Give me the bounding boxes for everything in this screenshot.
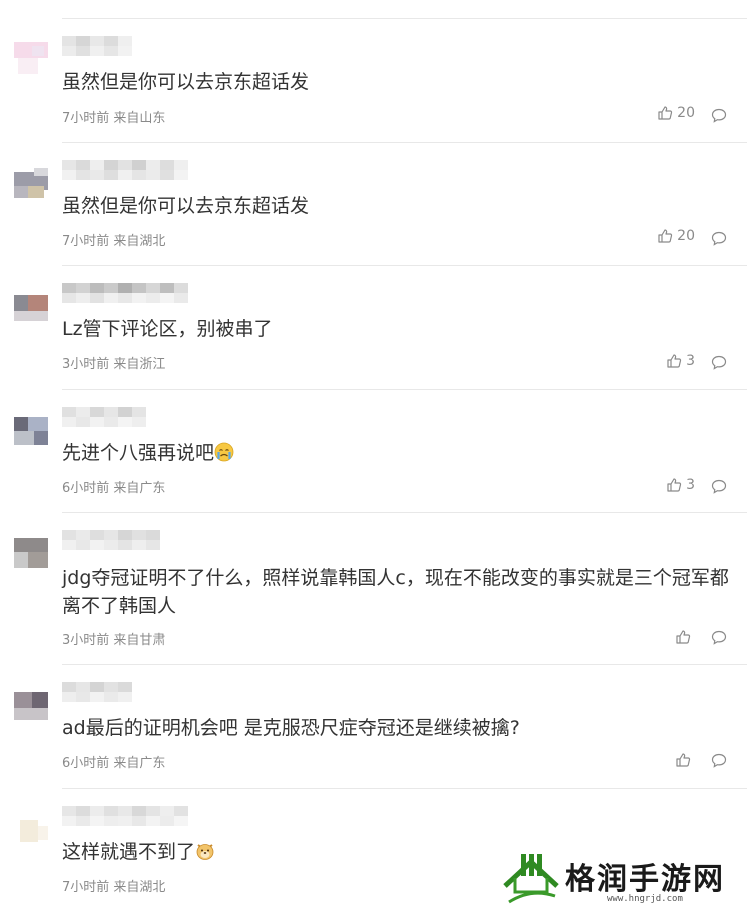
like-button[interactable]: 20	[657, 105, 695, 121]
username-mosaic[interactable]	[62, 36, 132, 56]
comment-time: 3小时前	[62, 633, 110, 648]
comment-time: 7小时前	[62, 111, 110, 126]
avatar[interactable]	[14, 279, 48, 321]
comment-text: Lz管下评论区，别被串了	[62, 318, 273, 340]
like-button[interactable]: 20	[657, 228, 695, 244]
watermark-url: www.hngrjd.com	[607, 894, 683, 904]
divider	[62, 664, 747, 665]
thumbs-up-icon	[667, 354, 682, 368]
comment-meta: 6小时前 来自广东	[62, 477, 165, 496]
username-mosaic[interactable]	[62, 806, 188, 826]
comment-location: 来自浙江	[113, 357, 166, 372]
comment-time: 7小时前	[62, 880, 110, 895]
like-button[interactable]: 3	[666, 353, 695, 369]
reply-icon[interactable]	[711, 231, 727, 246]
comment-text: 虽然但是你可以去京东超话发	[62, 71, 310, 93]
like-count: 20	[677, 105, 695, 121]
avatar[interactable]	[14, 156, 48, 198]
reply-icon[interactable]	[711, 355, 727, 370]
reply-icon[interactable]	[711, 753, 727, 768]
comment-location: 来自广东	[113, 481, 166, 496]
comment-location: 来自广东	[113, 756, 166, 771]
comment-meta: 3小时前 来自浙江	[62, 353, 165, 372]
like-count: 20	[677, 228, 695, 244]
reply-icon[interactable]	[711, 479, 727, 494]
like-count: 3	[686, 353, 695, 369]
thumbs-up-icon	[676, 753, 691, 767]
username-mosaic[interactable]	[62, 160, 188, 180]
like-count: 3	[686, 477, 695, 493]
reply-icon[interactable]	[711, 630, 727, 645]
divider	[62, 512, 747, 513]
like-button[interactable]: 3	[666, 477, 695, 493]
reply-icon[interactable]	[711, 108, 727, 123]
comment-text: ad最后的证明机会吧 是克服恐尺症夺冠还是继续被擒?	[62, 717, 520, 739]
avatar[interactable]	[14, 32, 48, 74]
username-mosaic[interactable]	[62, 283, 188, 303]
divider	[62, 142, 747, 143]
avatar[interactable]	[14, 678, 48, 720]
comment-item: Lz管下评论区，别被串了 3小时前 来自浙江 3	[0, 267, 751, 391]
comment-text: 虽然但是你可以去京东超话发	[62, 195, 310, 217]
thumbs-up-icon	[658, 229, 673, 243]
comment-item: 先进个八强再说吧 6小时前 来自广东 3	[0, 391, 751, 515]
comment-text: 先进个八强再说吧	[62, 439, 742, 467]
divider	[62, 389, 747, 390]
thumbs-up-icon	[676, 630, 691, 644]
doge-icon	[196, 844, 214, 860]
comment-time: 6小时前	[62, 481, 110, 496]
watermark-title: 格润手游网	[565, 862, 725, 897]
comment-meta: 7小时前 来自山东	[62, 107, 165, 126]
comment-location: 来自湖北	[113, 880, 166, 895]
divider	[62, 265, 747, 266]
divider	[62, 788, 747, 789]
comment-meta: 3小时前 来自甘肃	[62, 629, 165, 648]
comment-meta: 7小时前 来自湖北	[62, 230, 165, 249]
comment-meta: 7小时前 来自湖北	[62, 876, 165, 895]
thumbs-up-icon	[658, 106, 673, 120]
comment-text-content: 先进个八强再说吧	[62, 442, 215, 464]
avatar[interactable]	[14, 403, 48, 445]
comment-text-content: 这样就遇不到了	[62, 841, 196, 863]
comment-meta: 6小时前 来自广东	[62, 752, 165, 771]
avatar[interactable]	[14, 526, 48, 568]
comment-item: 虽然但是你可以去京东超话发 7小时前 来自湖北 20	[0, 144, 751, 268]
avatar[interactable]	[14, 802, 48, 844]
crying-face-icon	[214, 442, 234, 462]
thumbs-up-icon	[667, 478, 682, 492]
username-mosaic[interactable]	[62, 682, 132, 702]
comment-time: 3小时前	[62, 357, 110, 372]
username-mosaic[interactable]	[62, 530, 160, 550]
comment-location: 来自甘肃	[113, 633, 166, 648]
comment-item: ad最后的证明机会吧 是克服恐尺症夺冠还是继续被擒? 6小时前 来自广东	[0, 666, 751, 790]
divider-top	[62, 18, 747, 19]
comment-time: 7小时前	[62, 234, 110, 249]
comment-item: jdg夺冠证明不了什么，照样说靠韩国人c，现在不能改变的事实就是三个冠军都离不了…	[0, 514, 751, 664]
username-mosaic[interactable]	[62, 407, 146, 427]
comment-text: jdg夺冠证明不了什么，照样说靠韩国人c，现在不能改变的事实就是三个冠军都离不了…	[62, 567, 729, 617]
like-button[interactable]	[675, 629, 695, 645]
site-watermark: 格润手游网 www.hngrjd.com	[495, 848, 745, 912]
site-logo-icon	[503, 854, 559, 904]
like-button[interactable]	[675, 752, 695, 768]
comment-item: 虽然但是你可以去京东超话发 7小时前 来自山东 20	[0, 20, 751, 144]
comment-location: 来自湖北	[113, 234, 166, 249]
comment-location: 来自山东	[113, 111, 166, 126]
comment-time: 6小时前	[62, 756, 110, 771]
